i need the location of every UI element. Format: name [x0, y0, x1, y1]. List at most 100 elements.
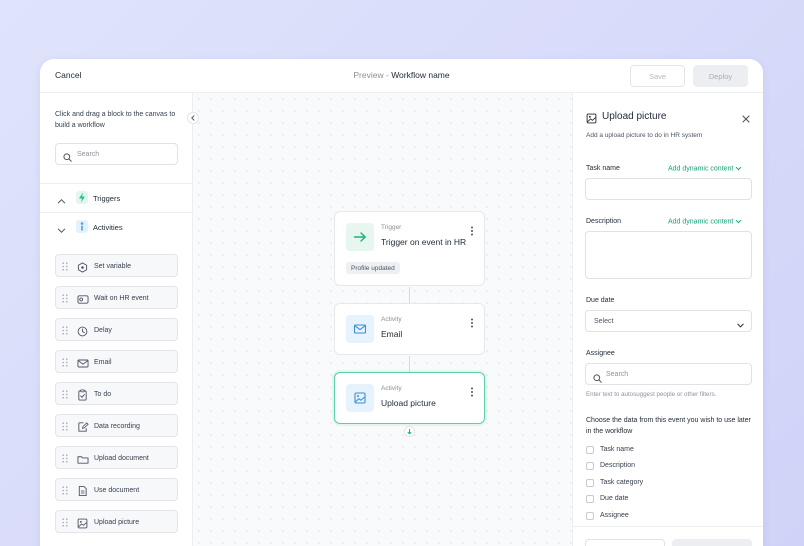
workflow-canvas[interactable]: Trigger Trigger on event in HR Profile u… — [187, 93, 572, 546]
drag-handle-icon[interactable] — [62, 262, 68, 271]
drag-handle-icon[interactable] — [62, 326, 68, 335]
settings-panel: Upload picture Add a upload picture to d… — [572, 93, 763, 546]
block-upload-document[interactable]: Upload document — [55, 446, 178, 469]
task-name-input[interactable] — [585, 178, 752, 200]
arrow-right-icon — [346, 223, 374, 251]
add-dynamic-label: Add dynamic content — [668, 218, 734, 226]
drag-handle-icon[interactable] — [62, 294, 68, 303]
search-placeholder: Search — [77, 150, 100, 158]
block-email[interactable]: Email — [55, 350, 178, 373]
checkbox-task-name[interactable] — [586, 446, 594, 454]
checkbox-label: Task category — [600, 479, 644, 486]
breadcrumb-prefix: Preview - — [353, 70, 392, 80]
folder-icon — [77, 452, 89, 470]
add-step-button[interactable] — [404, 426, 415, 437]
block-label: Upload document — [94, 454, 149, 462]
block-label: Set variable — [94, 262, 131, 270]
add-dynamic-content-description[interactable]: Add dynamic content — [668, 218, 742, 225]
trigger-card[interactable]: Trigger Trigger on event in HR Profile u… — [334, 211, 485, 286]
mail-icon — [346, 315, 374, 343]
choose-data-text: Choose the data from this event you wish… — [586, 417, 751, 435]
assignee-helper-text: Enter text to autosuggest people or othe… — [586, 391, 717, 398]
card-title: Email — [381, 329, 403, 339]
due-date-select[interactable]: Select — [585, 310, 752, 332]
more-vertical-icon[interactable] — [470, 223, 474, 241]
chevron-down-icon — [736, 166, 742, 171]
connector-line — [409, 287, 410, 303]
block-to-do[interactable]: To do — [55, 382, 178, 405]
card-type: Trigger — [381, 224, 402, 231]
add-dynamic-label: Add dynamic content — [668, 165, 734, 173]
checkbox-assignee[interactable] — [586, 512, 594, 520]
chevron-left-icon — [191, 115, 195, 121]
description-textarea[interactable] — [585, 231, 752, 279]
group-activities[interactable]: Activities — [40, 212, 193, 240]
block-upload-picture[interactable]: Upload picture — [55, 510, 178, 533]
deploy-button[interactable]: Deploy — [693, 65, 748, 87]
connector-line — [409, 356, 410, 372]
drag-handle-icon[interactable] — [62, 518, 68, 527]
block-label: Delay — [94, 326, 112, 334]
chevron-up-icon[interactable] — [57, 193, 66, 211]
block-label: To do — [94, 390, 112, 398]
block-label: Data recording — [94, 422, 140, 430]
drag-handle-icon[interactable] — [62, 358, 68, 367]
block-data-recording[interactable]: Data recording — [55, 414, 178, 437]
drag-handle-icon[interactable] — [62, 454, 68, 463]
activity-icon — [76, 220, 88, 233]
card-title: Upload picture — [381, 398, 436, 408]
variable-icon — [77, 260, 88, 278]
drag-handle-icon[interactable] — [62, 390, 68, 399]
collapse-sidebar-button[interactable] — [187, 112, 199, 124]
block-search-input[interactable]: Search — [55, 143, 178, 165]
panel-secondary-button[interactable] — [585, 539, 665, 546]
clipboard-icon — [77, 388, 88, 406]
activity-card-upload-picture[interactable]: Activity Upload picture — [334, 372, 485, 424]
block-set-variable[interactable]: Set variable — [55, 254, 178, 277]
checkbox-description[interactable] — [586, 462, 594, 470]
group-label: Activities — [93, 223, 123, 232]
block-label: Email — [94, 358, 112, 366]
block-delay[interactable]: Delay — [55, 318, 178, 341]
panel-footer-divider — [573, 526, 763, 527]
card-title: Trigger on event in HR — [381, 237, 467, 247]
document-icon — [77, 484, 88, 502]
drag-handle-icon[interactable] — [62, 486, 68, 495]
top-bar: Cancel Preview - Workflow name Save Depl… — [40, 59, 763, 93]
chevron-down-icon[interactable] — [57, 222, 66, 240]
chevron-down-icon — [736, 219, 742, 224]
card-type: Activity — [381, 385, 402, 392]
checkbox-label: Due date — [600, 495, 629, 502]
due-date-label: Due date — [586, 297, 615, 304]
mail-icon — [77, 356, 89, 374]
lightning-icon — [76, 191, 88, 204]
block-wait-on-hr-event[interactable]: Wait on HR event — [55, 286, 178, 309]
assignee-search-input[interactable]: Search — [585, 363, 752, 385]
group-triggers[interactable]: Triggers — [40, 183, 193, 211]
checkbox-due-date[interactable] — [586, 495, 594, 503]
image-icon — [586, 111, 597, 129]
close-icon[interactable] — [741, 111, 751, 129]
image-icon — [346, 384, 374, 412]
block-sidebar: Click and drag a block to the canvas to … — [40, 93, 193, 546]
checkbox-task-category[interactable] — [586, 479, 594, 487]
description-label: Description — [586, 218, 622, 225]
search-icon — [593, 370, 602, 388]
wait-icon — [77, 292, 89, 310]
more-vertical-icon[interactable] — [470, 315, 474, 333]
chevron-down-icon — [736, 317, 745, 335]
edit-icon — [77, 420, 89, 438]
activity-card-email[interactable]: Activity Email — [334, 303, 485, 355]
more-vertical-icon[interactable] — [470, 384, 474, 402]
block-label: Upload picture — [94, 518, 140, 526]
checkbox-label: Task name — [600, 446, 634, 453]
drag-handle-icon[interactable] — [62, 422, 68, 431]
checkbox-label: Assignee — [600, 512, 629, 519]
block-use-document[interactable]: Use document — [55, 478, 178, 501]
panel-primary-button[interactable] — [672, 539, 752, 546]
save-button[interactable]: Save — [630, 65, 685, 87]
clock-icon — [77, 324, 88, 342]
workflow-name: Workflow name — [391, 70, 450, 80]
block-label: Wait on HR event — [94, 294, 149, 302]
add-dynamic-content-task-name[interactable]: Add dynamic content — [668, 165, 742, 172]
